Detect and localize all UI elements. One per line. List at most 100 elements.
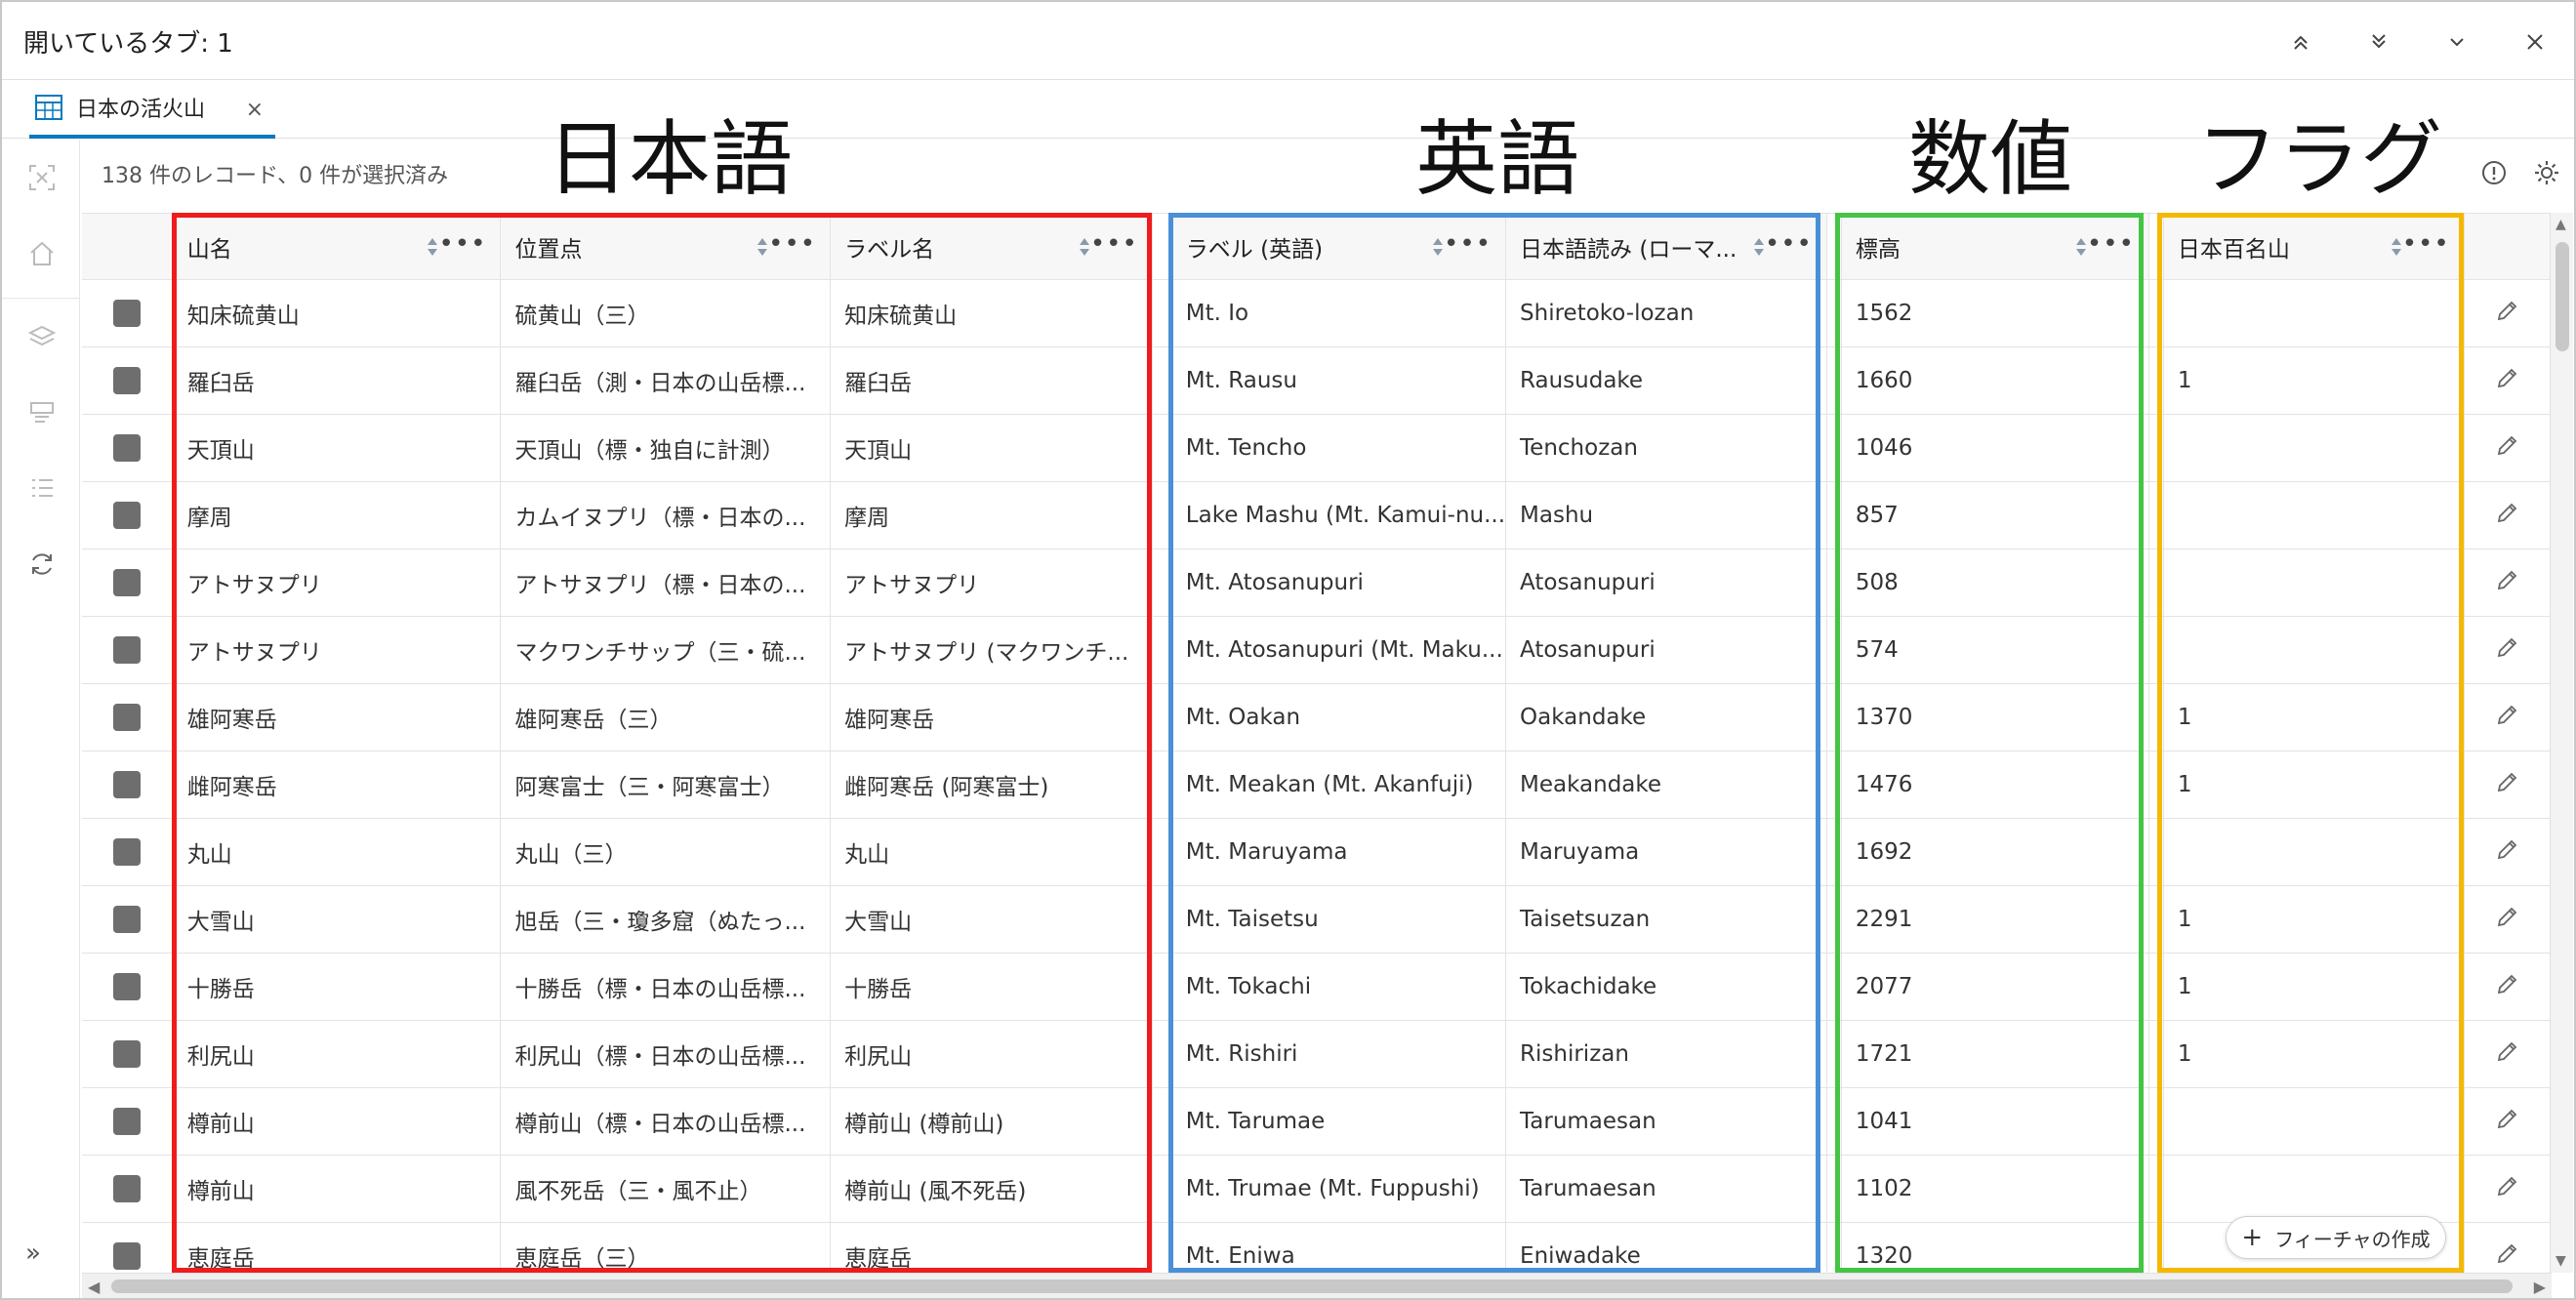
- cell-label-en[interactable]: Mt. Rausu: [1171, 346, 1507, 415]
- cell-elevation[interactable]: 1370: [1841, 683, 2149, 752]
- table-row[interactable]: 丸山 丸山（三） 丸山 Mt. Maruyama Maruyama 1692: [82, 818, 2552, 886]
- cell-label-ja[interactable]: 丸山: [830, 818, 1153, 886]
- tab-japan-active-volcanoes[interactable]: 日本の活火山 ×: [29, 80, 275, 139]
- table-row[interactable]: 雄阿寒岳 雄阿寒岳（三） 雄阿寒岳 Mt. Oakan Oakandake 1370 1: [82, 683, 2552, 752]
- cell-yamana[interactable]: 十勝岳: [173, 953, 502, 1021]
- tab-close-icon[interactable]: ×: [246, 98, 264, 122]
- pencil-icon[interactable]: [2464, 616, 2552, 684]
- scroll-left-icon[interactable]: ◀: [88, 1278, 100, 1296]
- cell-label-ja[interactable]: アトサヌプリ (マクワンチ...: [830, 616, 1153, 684]
- cell-label-en[interactable]: Mt. Atosanupuri: [1171, 548, 1507, 617]
- column-menu-icon[interactable]: •••: [1765, 229, 1813, 259]
- cell-label-ja[interactable]: 樽前山 (樽前山): [830, 1087, 1153, 1156]
- cell-elevation[interactable]: 1721: [1841, 1020, 2149, 1088]
- cell-hyakumeizan[interactable]: [2163, 414, 2465, 482]
- cell-iten[interactable]: 羅臼岳（測・日本の山岳標...: [500, 346, 832, 415]
- column-header-romaji[interactable]: 日本語読み (ローマ... •••: [1505, 213, 1827, 280]
- table-row[interactable]: 雌阿寒岳 阿寒富士（三・阿寒富士） 雌阿寒岳 (阿寒富士) Mt. Meakan (M…: [82, 751, 2552, 819]
- row-checkbox[interactable]: [113, 906, 142, 933]
- cell-yamana[interactable]: 雄阿寒岳: [173, 683, 502, 752]
- cell-hyakumeizan[interactable]: 1: [2163, 885, 2465, 954]
- table-row[interactable]: 樽前山 樽前山（標・日本の山岳標... 樽前山 (樽前山) Mt. Tarumae Ta…: [82, 1087, 2552, 1156]
- pencil-icon[interactable]: [2464, 548, 2552, 617]
- table-row[interactable]: 知床硫黄山 硫黄山（三） 知床硫黄山 Mt. Io Shiretoko-lozan 156…: [82, 279, 2552, 347]
- refresh-icon[interactable]: [27, 549, 57, 579]
- row-checkbox[interactable]: [113, 300, 142, 327]
- cell-iten[interactable]: 天頂山（標・独自に計測）: [500, 414, 832, 482]
- zoom-to-selection-icon[interactable]: [27, 163, 57, 192]
- cell-elevation[interactable]: 1046: [1841, 414, 2149, 482]
- table-row[interactable]: 樽前山 風不死岳（三・風不止） 樽前山 (風不死岳) Mt. Trumae (Mt. …: [82, 1155, 2552, 1223]
- pencil-icon[interactable]: [2464, 481, 2552, 549]
- cell-romaji[interactable]: Mashu: [1505, 481, 1827, 549]
- vertical-scroll-thumb[interactable]: [2556, 242, 2569, 351]
- scroll-up-icon[interactable]: ▲: [2556, 217, 2566, 232]
- cell-romaji[interactable]: Tarumaesan: [1505, 1155, 1827, 1223]
- cell-iten[interactable]: 阿寒富士（三・阿寒富士）: [500, 751, 832, 819]
- close-icon[interactable]: [2518, 25, 2552, 59]
- row-checkbox[interactable]: [113, 502, 142, 529]
- cell-label-ja[interactable]: 恵庭岳: [830, 1222, 1153, 1273]
- row-checkbox[interactable]: [113, 636, 142, 664]
- row-checkbox[interactable]: [113, 367, 142, 394]
- cell-hyakumeizan[interactable]: 1: [2163, 346, 2465, 415]
- cell-iten[interactable]: 風不死岳（三・風不止）: [500, 1155, 832, 1223]
- cell-romaji[interactable]: Tenchozan: [1505, 414, 1827, 482]
- pencil-icon[interactable]: [2464, 1155, 2552, 1223]
- cell-yamana[interactable]: 羅臼岳: [173, 346, 502, 415]
- pencil-icon[interactable]: [2464, 1222, 2552, 1273]
- cell-romaji[interactable]: Atosanupuri: [1505, 616, 1827, 684]
- cell-yamana[interactable]: 知床硫黄山: [173, 279, 502, 347]
- cell-yamana[interactable]: 雌阿寒岳: [173, 751, 502, 819]
- pencil-icon[interactable]: [2464, 953, 2552, 1021]
- table-row[interactable]: 天頂山 天頂山（標・独自に計測） 天頂山 Mt. Tencho Tenchozan 104…: [82, 414, 2552, 482]
- table-row[interactable]: 羅臼岳 羅臼岳（測・日本の山岳標... 羅臼岳 Mt. Rausu Rausudake 1…: [82, 346, 2552, 415]
- cell-romaji[interactable]: Shiretoko-lozan: [1505, 279, 1827, 347]
- pencil-icon[interactable]: [2464, 414, 2552, 482]
- row-checkbox[interactable]: [113, 1175, 142, 1202]
- column-header-hyakumeizan[interactable]: 日本百名山 •••: [2163, 213, 2465, 280]
- column-header-label-en[interactable]: ラベル (英語) •••: [1171, 213, 1507, 280]
- column-menu-icon[interactable]: •••: [438, 229, 486, 259]
- cell-label-en[interactable]: Lake Mashu (Mt. Kamui-nu...: [1171, 481, 1507, 549]
- info-icon[interactable]: [2479, 158, 2509, 187]
- column-menu-icon[interactable]: •••: [1090, 229, 1138, 259]
- cell-yamana[interactable]: 天頂山: [173, 414, 502, 482]
- chevrons-up-icon[interactable]: [2284, 25, 2317, 59]
- cell-romaji[interactable]: Rausudake: [1505, 346, 1827, 415]
- cell-iten[interactable]: 恵庭岳（三）: [500, 1222, 832, 1273]
- column-menu-icon[interactable]: •••: [2402, 229, 2450, 259]
- cell-yamana[interactable]: 樽前山: [173, 1087, 502, 1156]
- filter-icon[interactable]: [27, 397, 57, 427]
- cell-romaji[interactable]: Oakandake: [1505, 683, 1827, 752]
- layers-icon[interactable]: [27, 321, 57, 350]
- pencil-icon[interactable]: [2464, 279, 2552, 347]
- column-header-yamana[interactable]: 山名 •••: [173, 213, 502, 280]
- cell-iten[interactable]: 十勝岳（標・日本の山岳標...: [500, 953, 832, 1021]
- row-checkbox[interactable]: [113, 704, 142, 731]
- cell-label-ja[interactable]: 十勝岳: [830, 953, 1153, 1021]
- cell-yamana[interactable]: 大雪山: [173, 885, 502, 954]
- table-row[interactable]: 大雪山 旭岳（三・瓊多窟（ぬたっ... 大雪山 Mt. Taisetsu Taisets…: [82, 885, 2552, 954]
- cell-yamana[interactable]: 樽前山: [173, 1155, 502, 1223]
- cell-label-en[interactable]: Mt. Maruyama: [1171, 818, 1507, 886]
- cell-romaji[interactable]: Tarumaesan: [1505, 1087, 1827, 1156]
- cell-hyakumeizan[interactable]: 1: [2163, 683, 2465, 752]
- table-row[interactable]: アトサヌプリ アトサヌプリ（標・日本の... アトサヌプリ Mt. Atosanupu…: [82, 548, 2552, 617]
- cell-yamana[interactable]: アトサヌプリ: [173, 616, 502, 684]
- sort-icon[interactable]: [1431, 235, 1445, 259]
- cell-label-en[interactable]: Mt. Atosanupuri (Mt. Maku...: [1171, 616, 1507, 684]
- cell-elevation[interactable]: 857: [1841, 481, 2149, 549]
- cell-elevation[interactable]: 1320: [1841, 1222, 2149, 1273]
- row-checkbox[interactable]: [113, 434, 142, 462]
- cell-iten[interactable]: マクワンチサップ（三・硫...: [500, 616, 832, 684]
- cell-romaji[interactable]: Taisetsuzan: [1505, 885, 1827, 954]
- cell-label-en[interactable]: Mt. Tokachi: [1171, 953, 1507, 1021]
- cell-label-ja[interactable]: 利尻山: [830, 1020, 1153, 1088]
- cell-romaji[interactable]: Meakandake: [1505, 751, 1827, 819]
- sort-icon[interactable]: [756, 235, 769, 259]
- horizontal-scroll-thumb[interactable]: [111, 1280, 2513, 1293]
- home-icon[interactable]: [27, 239, 57, 268]
- row-checkbox[interactable]: [113, 569, 142, 596]
- cell-label-en[interactable]: Mt. Rishiri: [1171, 1020, 1507, 1088]
